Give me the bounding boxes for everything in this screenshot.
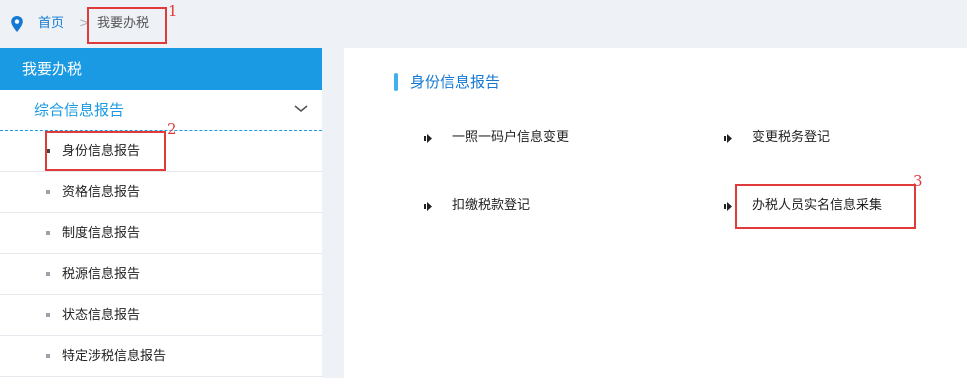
sidebar-item-status-report[interactable]: 状态信息报告 — [0, 295, 322, 336]
sidebar-item-qualification-report[interactable]: 资格信息报告 — [0, 172, 322, 213]
sidebar-title: 我要办税 — [0, 48, 322, 90]
sidebar-item-system-report[interactable]: 制度信息报告 — [0, 213, 322, 254]
annotation-number-2: 2 — [167, 120, 177, 138]
sidebar-item-label: 制度信息报告 — [62, 226, 141, 241]
sidebar-group-header[interactable]: 综合信息报告 — [0, 90, 322, 131]
arrow-right-icon — [724, 202, 732, 211]
sidebar-item-label: 特定涉税信息报告 — [62, 349, 167, 364]
bullet-icon — [46, 354, 50, 358]
bullet-icon — [46, 231, 50, 235]
option-withholding-tax-registration[interactable]: 扣缴税款登记 — [424, 198, 531, 214]
sidebar: 我要办税 综合信息报告 身份信息报告 资格信息报告 制度信息报告 税源信息报告 … — [0, 48, 322, 378]
bullet-icon — [46, 272, 50, 276]
annotation-box-2 — [45, 131, 166, 171]
sidebar-item-label: 资格信息报告 — [62, 185, 141, 200]
sidebar-item-label: 税源信息报告 — [62, 267, 141, 282]
option-change-tax-registration[interactable]: 变更税务登记 — [724, 130, 831, 146]
sidebar-item-tax-source-report[interactable]: 税源信息报告 — [0, 254, 322, 295]
option-label: 一照一码户信息变更 — [452, 130, 570, 145]
annotation-number-3: 3 — [913, 172, 923, 190]
bullet-icon — [46, 313, 50, 317]
sidebar-item-specific-tax-report[interactable]: 特定涉税信息报告 — [0, 336, 322, 377]
option-label: 变更税务登记 — [752, 130, 831, 145]
annotation-number-1: 1 — [168, 2, 178, 20]
arrow-right-icon — [424, 202, 432, 211]
chevron-down-icon[interactable] — [294, 105, 308, 113]
sidebar-group-label: 综合信息报告 — [34, 101, 125, 119]
bullet-icon — [46, 190, 50, 194]
arrow-right-icon — [424, 134, 432, 143]
option-business-license-info-change[interactable]: 一照一码户信息变更 — [424, 130, 570, 146]
arrow-right-icon — [724, 134, 732, 143]
section-marker — [394, 73, 398, 91]
breadcrumb-home-link[interactable]: 首页 — [38, 16, 64, 32]
annotation-box-3 — [735, 184, 916, 229]
location-pin-icon — [11, 16, 23, 32]
sidebar-item-label: 状态信息报告 — [62, 308, 141, 323]
option-label: 扣缴税款登记 — [452, 198, 531, 213]
annotation-box-1 — [87, 7, 167, 44]
section-title: 身份信息报告 — [410, 73, 501, 91]
